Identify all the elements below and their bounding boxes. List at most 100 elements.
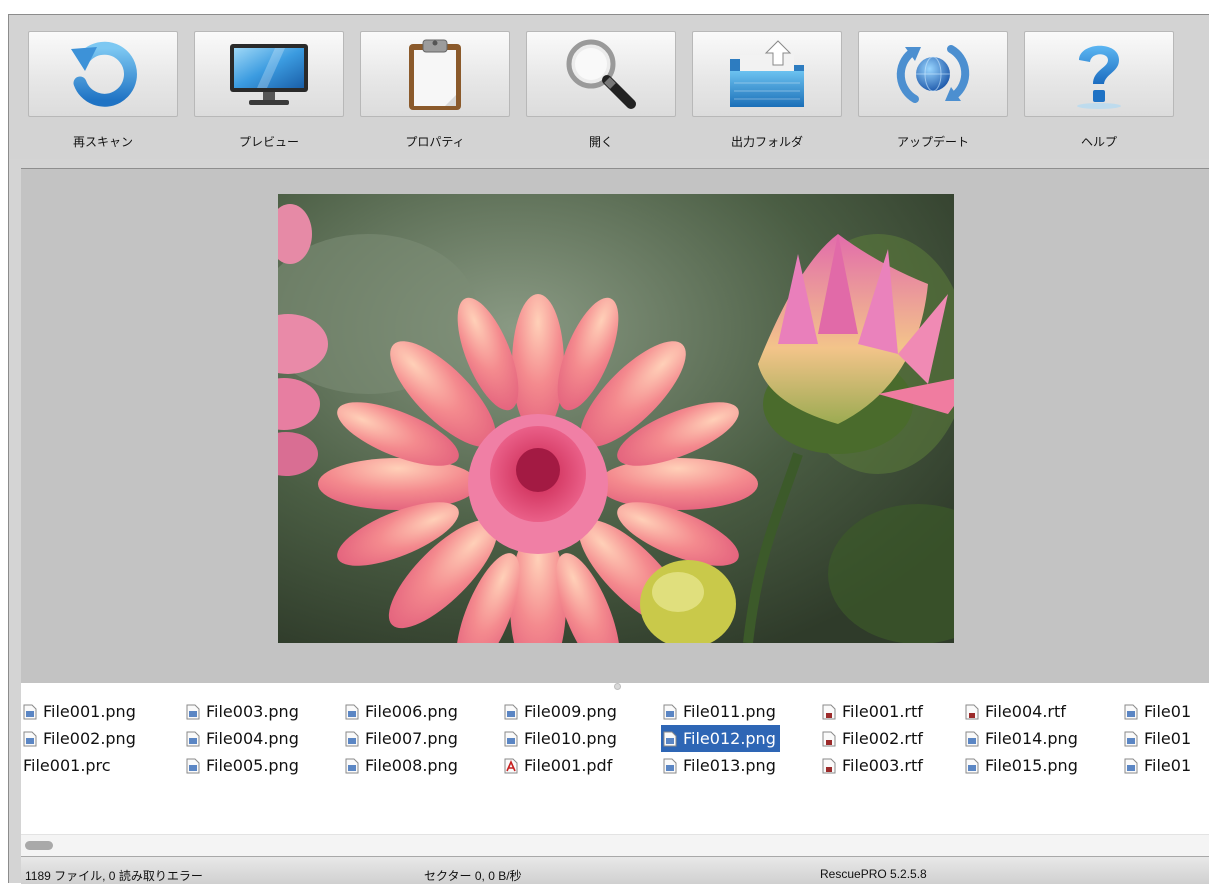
- image-file-icon: [1124, 704, 1138, 719]
- horizontal-scrollbar[interactable]: [21, 834, 1209, 856]
- image-file-icon: [345, 704, 359, 719]
- file-name: File010.png: [524, 729, 617, 748]
- file-name: File015.png: [985, 756, 1078, 775]
- file-name: File008.png: [365, 756, 458, 775]
- image-file-icon: [663, 731, 677, 746]
- output-folder-button[interactable]: [692, 31, 842, 117]
- image-file-icon: [186, 758, 200, 773]
- pdf-file-icon: [504, 758, 518, 773]
- file-item[interactable]: File001.rtf: [820, 698, 927, 725]
- preview-button[interactable]: [194, 31, 344, 117]
- scrollbar-thumb[interactable]: [25, 841, 53, 850]
- file-name: File01: [1144, 756, 1192, 775]
- file-item[interactable]: File004.png: [184, 725, 303, 752]
- rescan-label: 再スキャン: [72, 135, 133, 149]
- pane-splitter[interactable]: [21, 683, 1209, 690]
- image-file-icon: [663, 758, 677, 773]
- output-folder-label: 出力フォルダ: [730, 135, 803, 149]
- file-name: File014.png: [985, 729, 1078, 748]
- image-file-icon: [965, 758, 979, 773]
- rtf-file-icon: [822, 731, 836, 746]
- file-name: File011.png: [683, 702, 776, 721]
- splitter-handle[interactable]: [614, 683, 621, 690]
- status-file-count: 1189 ファイル, 0 読み取りエラー: [25, 869, 203, 883]
- file-name: File003.rtf: [842, 756, 923, 775]
- file-list: File001.png File002.png File001.prc File003…: [21, 690, 1209, 834]
- file-item[interactable]: File001.prc: [21, 752, 115, 779]
- file-item[interactable]: File01: [1122, 698, 1195, 725]
- file-item[interactable]: File008.png: [343, 752, 462, 779]
- open-label: 開く: [588, 135, 613, 149]
- file-item[interactable]: File001.pdf: [502, 752, 616, 779]
- file-name: File004.png: [206, 729, 299, 748]
- file-name: File012.png: [683, 729, 776, 748]
- help-label: ヘルプ: [1080, 135, 1117, 149]
- file-name: File01: [1144, 729, 1192, 748]
- file-item[interactable]: File004.rtf: [963, 698, 1070, 725]
- update-globe-icon: [896, 45, 970, 103]
- image-file-icon: [186, 731, 200, 746]
- file-item[interactable]: File001.png: [21, 698, 140, 725]
- rtf-file-icon: [965, 704, 979, 719]
- image-file-icon: [965, 731, 979, 746]
- help-question-icon: [1077, 45, 1121, 109]
- magnifier-icon: [566, 39, 636, 109]
- image-file-icon: [23, 704, 37, 719]
- file-item[interactable]: File01: [1122, 752, 1195, 779]
- file-name: File007.png: [365, 729, 458, 748]
- file-name: File01: [1144, 702, 1192, 721]
- app-window: 再スキャン プレビュー プロパティ 開く 出力フォルダ アップデート ヘルプ F…: [8, 14, 1209, 884]
- file-name: File001.pdf: [524, 756, 613, 775]
- update-button[interactable]: [858, 31, 1008, 117]
- file-name: File002.rtf: [842, 729, 923, 748]
- file-name: File013.png: [683, 756, 776, 775]
- file-item[interactable]: File007.png: [343, 725, 462, 752]
- rescan-icon: [71, 41, 137, 107]
- file-name: File009.png: [524, 702, 617, 721]
- rtf-file-icon: [822, 758, 836, 773]
- image-file-icon: [663, 704, 677, 719]
- file-item[interactable]: File011.png: [661, 698, 780, 725]
- image-file-icon: [504, 731, 518, 746]
- file-name: File005.png: [206, 756, 299, 775]
- image-file-icon: [186, 704, 200, 719]
- status-bar: 1189 ファイル, 0 読み取りエラー セクター 0, 0 B/秒 Rescu…: [21, 856, 1209, 884]
- image-file-icon: [23, 731, 37, 746]
- image-file-icon: [345, 731, 359, 746]
- preview-pane: [21, 168, 1209, 683]
- file-item[interactable]: File012.png: [661, 725, 780, 752]
- image-file-icon: [345, 758, 359, 773]
- rescan-button[interactable]: [28, 31, 178, 117]
- preview-label: プレビュー: [238, 135, 299, 149]
- file-item[interactable]: File010.png: [502, 725, 621, 752]
- open-button[interactable]: [526, 31, 676, 117]
- file-item[interactable]: File003.rtf: [820, 752, 927, 779]
- file-name: File006.png: [365, 702, 458, 721]
- file-item[interactable]: File003.png: [184, 698, 303, 725]
- file-item[interactable]: File005.png: [184, 752, 303, 779]
- status-sector: セクター 0, 0 B/秒: [424, 869, 522, 883]
- file-name: File001.prc: [23, 756, 111, 775]
- file-item[interactable]: File013.png: [661, 752, 780, 779]
- properties-label: プロパティ: [405, 135, 465, 149]
- file-item[interactable]: File002.rtf: [820, 725, 927, 752]
- file-item[interactable]: File009.png: [502, 698, 621, 725]
- help-button[interactable]: [1024, 31, 1174, 117]
- clipboard-icon: [409, 39, 461, 110]
- image-file-icon: [1124, 731, 1138, 746]
- file-item[interactable]: File014.png: [963, 725, 1082, 752]
- properties-button[interactable]: [360, 31, 510, 117]
- image-file-icon: [504, 704, 518, 719]
- preview-image: [278, 194, 954, 643]
- file-name: File002.png: [43, 729, 136, 748]
- rtf-file-icon: [822, 704, 836, 719]
- folder-export-icon: [730, 40, 804, 107]
- file-name: File003.png: [206, 702, 299, 721]
- file-item[interactable]: File006.png: [343, 698, 462, 725]
- file-item[interactable]: File015.png: [963, 752, 1082, 779]
- status-version: RescuePRO 5.2.5.8: [820, 867, 927, 881]
- file-item[interactable]: File01: [1122, 725, 1195, 752]
- image-file-icon: [1124, 758, 1138, 773]
- file-item[interactable]: File002.png: [21, 725, 140, 752]
- file-name: File001.rtf: [842, 702, 923, 721]
